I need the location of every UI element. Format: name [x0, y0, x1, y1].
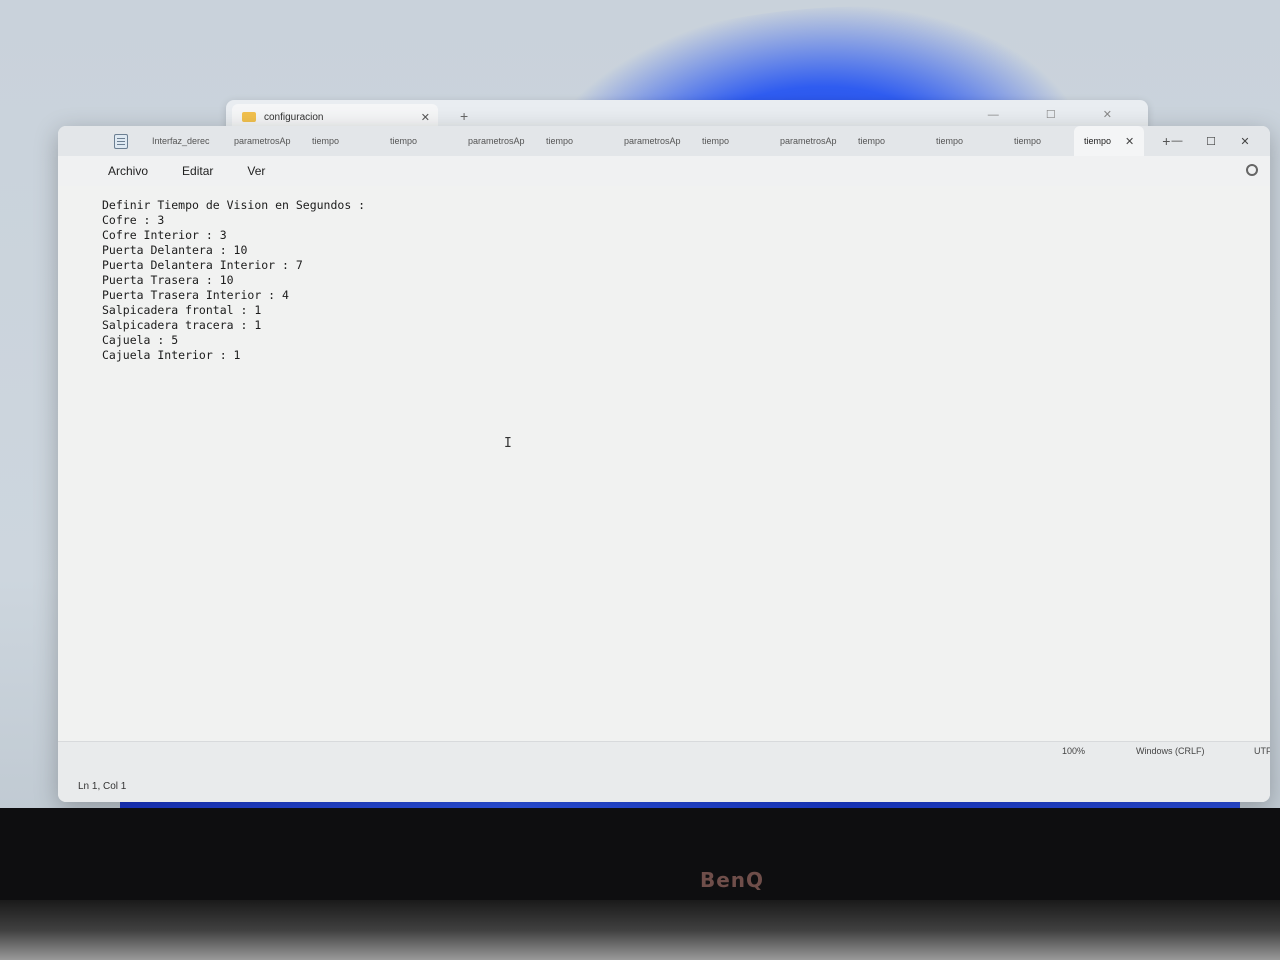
close-icon[interactable]: ✕ [421, 111, 430, 124]
tab-item[interactable]: tiempo [694, 126, 772, 156]
back-window-tab-label: configuracion [264, 111, 324, 123]
tab-item[interactable]: tiempo [850, 126, 928, 156]
close-window-icon[interactable]: ✕ [1228, 135, 1262, 148]
text-line: Puerta Trasera : 10 [102, 273, 234, 287]
text-line: Cajuela : 5 [102, 333, 179, 347]
text-line: Cajuela Interior : 1 [102, 348, 241, 362]
text-line: Puerta Trasera Interior : 4 [102, 288, 289, 302]
text-line: Salpicadera frontal : 1 [102, 303, 262, 317]
text-line: Definir Tiempo de Vision en Segundos : [102, 198, 366, 212]
text-line: Cofre : 3 [102, 213, 165, 227]
close-tab-icon[interactable]: ✕ [1125, 135, 1134, 148]
tab-item[interactable]: Interfaz_derec [144, 126, 226, 156]
cursor-position: Ln 1, Col 1 [78, 781, 127, 792]
status-bar: 100% Windows (CRLF) UTF Ln 1, Col 1 [58, 741, 1270, 802]
zoom-level[interactable]: 100% [1062, 746, 1085, 756]
text-line: Cofre Interior : 3 [102, 228, 227, 242]
menu-archivo[interactable]: Archivo [108, 164, 148, 178]
tab-item[interactable]: parametrosAp [226, 126, 304, 156]
active-tab-label: tiempo [1084, 136, 1112, 146]
notepad-window: Interfaz_derec parametrosAp tiempo tiemp… [58, 126, 1270, 802]
tab-item[interactable]: tiempo [1006, 126, 1074, 156]
text-line: Puerta Delantera : 10 [102, 243, 248, 257]
menu-editar[interactable]: Editar [182, 164, 213, 178]
tab-item[interactable]: parametrosAp [772, 126, 850, 156]
tab-item[interactable]: tiempo [928, 126, 1006, 156]
tab-active[interactable]: tiempo ✕ [1074, 126, 1145, 156]
back-window-controls: — ☐ ✕ [987, 109, 1134, 121]
line-ending[interactable]: Windows (CRLF) [1136, 746, 1205, 756]
maximize-icon[interactable]: ☐ [1194, 135, 1228, 148]
text-editor[interactable]: Definir Tiempo de Vision en Segundos : C… [58, 186, 1270, 742]
new-tab-icon[interactable]: + [460, 108, 468, 124]
monitor-stand-area [0, 900, 1280, 960]
menu-bar: Archivo Editar Ver [58, 156, 1270, 186]
tab-item[interactable]: parametrosAp [616, 126, 694, 156]
folder-icon [242, 112, 256, 122]
window-controls: — ☐ ✕ [1160, 126, 1262, 156]
tab-item[interactable]: tiempo [382, 126, 460, 156]
tab-bar: Interfaz_derec parametrosAp tiempo tiemp… [58, 126, 1270, 156]
minimize-icon[interactable]: — [1160, 135, 1194, 147]
tab-item[interactable]: parametrosAp [460, 126, 538, 156]
menu-ver[interactable]: Ver [247, 164, 265, 178]
tab-item[interactable]: tiempo [538, 126, 616, 156]
settings-icon[interactable] [1246, 164, 1258, 176]
monitor-brand-logo: BenQ [700, 868, 765, 892]
text-line: Puerta Delantera Interior : 7 [102, 258, 303, 272]
encoding[interactable]: UTF [1254, 746, 1270, 756]
ibeam-cursor-icon: I [504, 436, 512, 451]
tab-item[interactable]: tiempo [304, 126, 382, 156]
notepad-app-icon [114, 133, 128, 149]
text-line: Salpicadera tracera : 1 [102, 318, 262, 332]
